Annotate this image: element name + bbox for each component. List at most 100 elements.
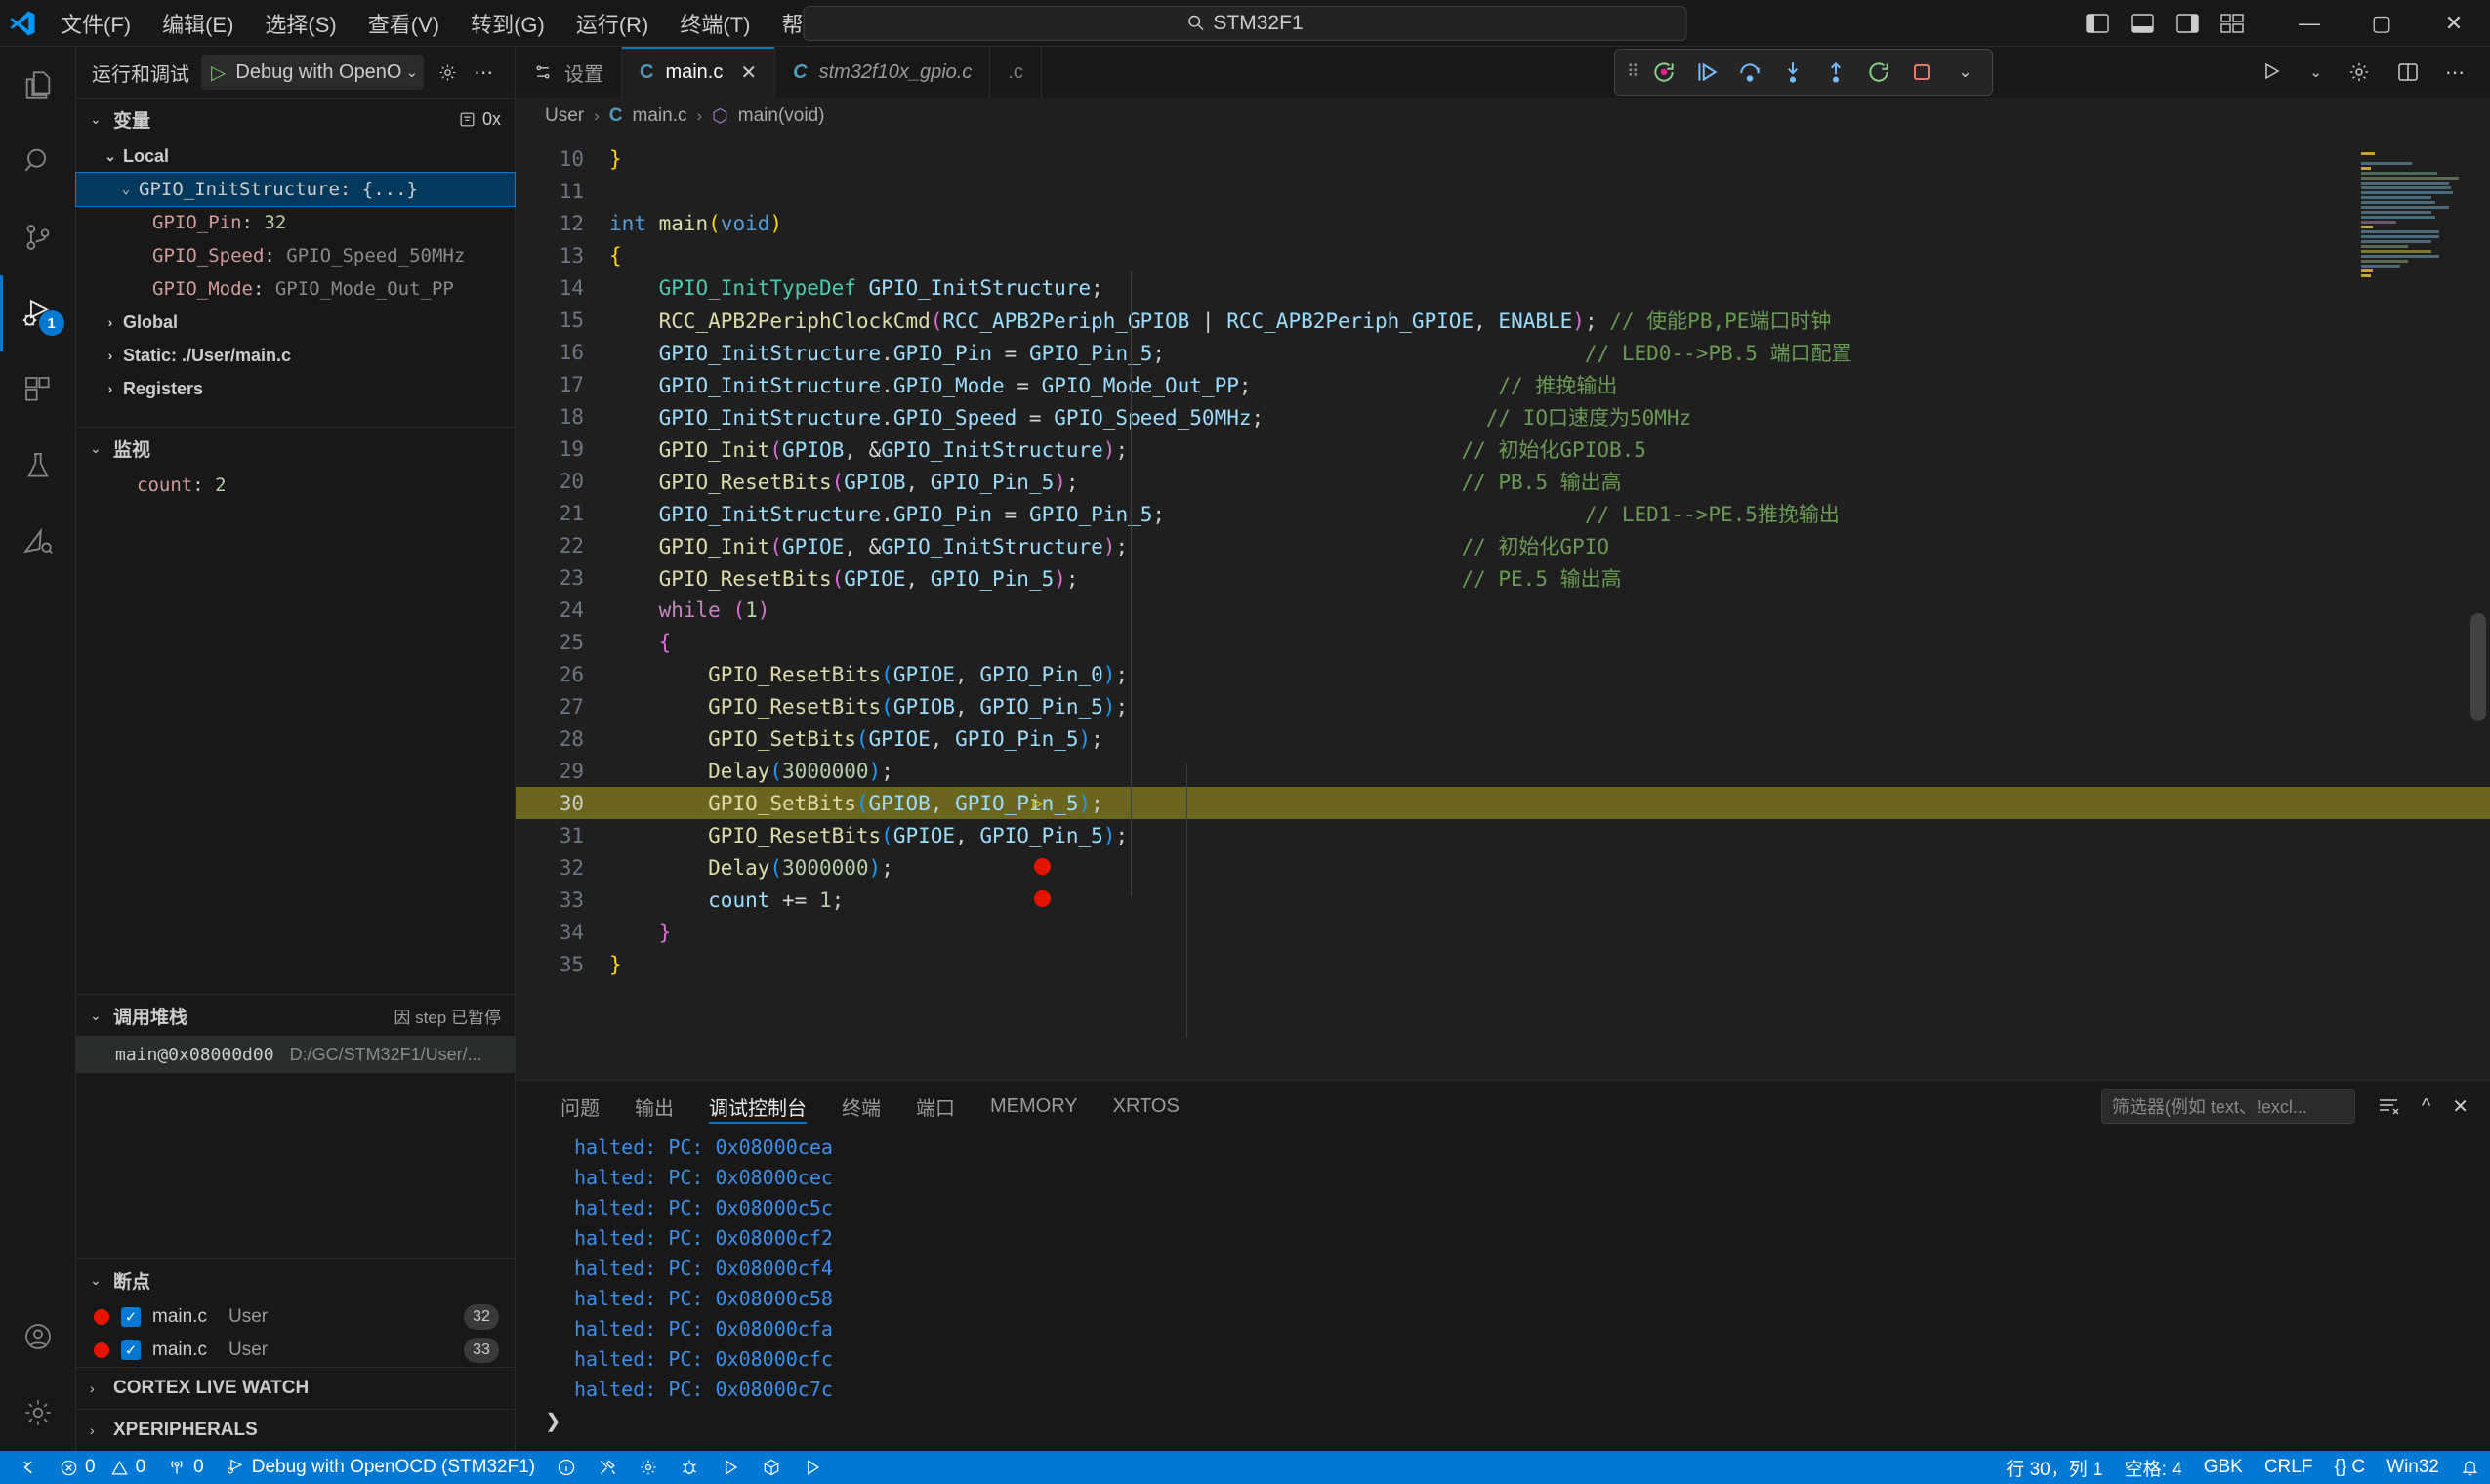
- restart-session-icon[interactable]: [1857, 51, 1900, 94]
- variables-header[interactable]: ⌄ 变量 0x: [76, 99, 515, 140]
- breadcrumb-item-file[interactable]: main.c: [633, 105, 687, 127]
- panel-tab-xrtos[interactable]: XRTOS: [1098, 1081, 1195, 1132]
- close-icon[interactable]: ✕: [740, 61, 757, 85]
- variables-scope-static[interactable]: › Static: ./User/main.c: [76, 339, 515, 372]
- variables-scope-local[interactable]: ⌄ Local: [76, 140, 515, 173]
- variables-scope-registers[interactable]: › Registers: [76, 372, 515, 405]
- console-filter-input[interactable]: 筛选器(例如 text、!excl...: [2100, 1089, 2355, 1124]
- activity-item-accounts[interactable]: [0, 1298, 76, 1375]
- close-icon[interactable]: ✕: [2452, 1094, 2469, 1119]
- code-editor[interactable]: 10} 11 12 int main(void) 13{ 14 GPIO_Init…: [516, 135, 2490, 1080]
- run-or-debug-icon[interactable]: [2261, 61, 2284, 84]
- filter-icon[interactable]: [458, 110, 477, 129]
- breakpoint-checkbox[interactable]: ✓: [121, 1307, 141, 1327]
- variable-gpio-mode[interactable]: GPIO_Mode : GPIO_Mode_Out_PP: [76, 272, 515, 306]
- callstack-frame[interactable]: main@0x08000d00 D:/GC/STM32F1/User/...: [76, 1036, 515, 1073]
- activity-item-manage[interactable]: [0, 1375, 76, 1451]
- status-package[interactable]: [751, 1451, 792, 1484]
- command-center[interactable]: STM32F1: [803, 5, 1687, 41]
- xperipherals-section[interactable]: › XPERIPHERALS: [76, 1409, 515, 1451]
- tab-settings[interactable]: 设置: [516, 47, 622, 98]
- menu-terminal[interactable]: 终端(T): [664, 4, 766, 43]
- activity-item-search[interactable]: [0, 123, 76, 199]
- breakpoint-checkbox[interactable]: ✓: [121, 1340, 141, 1360]
- continue-icon[interactable]: [1685, 51, 1728, 94]
- restart-icon[interactable]: [1642, 51, 1685, 94]
- chevron-up-icon[interactable]: ^: [2422, 1095, 2430, 1118]
- debug-console-input[interactable]: ❯: [545, 1404, 2490, 1437]
- activity-item-explorer[interactable]: [0, 47, 76, 123]
- chevron-down-icon[interactable]: ⌄: [2309, 63, 2322, 81]
- status-build-tools[interactable]: [587, 1451, 628, 1484]
- menu-go[interactable]: 转到(G): [455, 4, 560, 43]
- customize-layout-icon[interactable]: [2220, 13, 2244, 34]
- breakpoint-dot-icon[interactable]: [1027, 888, 1057, 912]
- editor-scrollbar[interactable]: [2470, 613, 2486, 721]
- watch-header[interactable]: ⌄ 监视: [76, 428, 515, 469]
- window-minimize-button[interactable]: —: [2273, 0, 2345, 47]
- ellipsis-icon[interactable]: ⋯: [472, 59, 495, 87]
- clear-console-icon[interactable]: [2377, 1095, 2400, 1117]
- tab-stm32f10x-gpio-c[interactable]: C stm32f10x_gpio.c: [775, 47, 991, 98]
- play-icon[interactable]: ▷: [201, 61, 235, 85]
- toggle-primary-sidebar-icon[interactable]: [2086, 13, 2109, 34]
- breadcrumb-item-user[interactable]: User: [545, 105, 584, 127]
- status-eol[interactable]: CRLF: [2254, 1451, 2324, 1484]
- breakpoint-item[interactable]: ✓ main.c User 32: [76, 1300, 515, 1334]
- status-remote-indicator[interactable]: [8, 1451, 49, 1484]
- toggle-secondary-sidebar-icon[interactable]: [2176, 13, 2199, 34]
- status-problems[interactable]: 0 0: [49, 1451, 156, 1484]
- chevron-down-icon[interactable]: ⌄: [402, 63, 419, 81]
- status-run[interactable]: [710, 1451, 751, 1484]
- breakpoints-header[interactable]: ⌄ 断点: [76, 1259, 515, 1300]
- panel-tab-problems[interactable]: 问题: [545, 1081, 615, 1132]
- panel-tab-output[interactable]: 输出: [619, 1081, 689, 1132]
- activity-item-embedded-tools[interactable]: [0, 504, 76, 580]
- activity-item-extensions[interactable]: [0, 351, 76, 428]
- minimap[interactable]: [2361, 135, 2469, 1080]
- panel-tab-debug-console[interactable]: 调试控制台: [693, 1081, 822, 1132]
- variable-gpio-initstructure[interactable]: ⌄ GPIO_InitStructure : {...}: [75, 172, 516, 207]
- activity-item-source-control[interactable]: [0, 199, 76, 275]
- window-maximize-button[interactable]: ▢: [2345, 0, 2418, 47]
- variables-scope-global[interactable]: › Global: [76, 306, 515, 339]
- toggle-panel-icon[interactable]: [2131, 13, 2154, 34]
- settings-icon[interactable]: [2347, 61, 2371, 84]
- step-over-icon[interactable]: [1728, 51, 1771, 94]
- window-close-button[interactable]: ✕: [2418, 0, 2490, 47]
- tab-main-c[interactable]: C main.c ✕: [622, 47, 776, 98]
- drag-handle-icon[interactable]: ⠿: [1621, 62, 1642, 82]
- variable-gpio-speed[interactable]: GPIO_Speed : GPIO_Speed_50MHz: [76, 239, 515, 272]
- variable-gpio-pin[interactable]: GPIO_Pin : 32: [76, 206, 515, 239]
- menu-run[interactable]: 运行(R): [560, 4, 665, 43]
- stop-icon[interactable]: [1900, 51, 1943, 94]
- gear-icon[interactable]: [436, 61, 460, 85]
- breakpoint-item[interactable]: ✓ main.c User 33: [76, 1334, 515, 1367]
- activity-item-testing[interactable]: [0, 428, 76, 504]
- status-language-mode[interactable]: {} C: [2323, 1451, 2376, 1484]
- status-debug-config[interactable]: Debug with OpenOCD (STM32F1): [215, 1451, 546, 1484]
- cortex-live-watch-header[interactable]: › CORTEX LIVE WATCH: [76, 1368, 515, 1409]
- tab-overflow[interactable]: .c: [990, 47, 1042, 98]
- status-encoding[interactable]: GBK: [2193, 1451, 2254, 1484]
- menu-selection[interactable]: 选择(S): [249, 4, 352, 43]
- status-platform[interactable]: Win32: [2376, 1451, 2450, 1484]
- more-actions-icon[interactable]: ⋯: [2445, 61, 2465, 85]
- status-cursor-position[interactable]: 行 30，列 1: [1995, 1451, 2113, 1484]
- menu-view[interactable]: 查看(V): [353, 4, 455, 43]
- menu-file[interactable]: 文件(F): [45, 4, 146, 43]
- activity-item-run-and-debug[interactable]: 1: [0, 275, 76, 351]
- cortex-live-watch-section[interactable]: › CORTEX LIVE WATCH: [76, 1367, 515, 1409]
- panel-tab-memory[interactable]: MEMORY: [975, 1081, 1094, 1132]
- status-indentation[interactable]: 空格: 4: [2114, 1451, 2193, 1484]
- status-radio-tower[interactable]: 0: [156, 1451, 215, 1484]
- hex-toggle[interactable]: 0x: [482, 109, 501, 130]
- status-run-alt[interactable]: [792, 1451, 833, 1484]
- debug-console-output[interactable]: halted: PC: 0x08000cea halted: PC: 0x080…: [516, 1132, 2490, 1451]
- breadcrumb-item-symbol[interactable]: main(void): [738, 105, 825, 127]
- step-into-icon[interactable]: [1771, 51, 1814, 94]
- status-settings[interactable]: [628, 1451, 669, 1484]
- launch-config-selector[interactable]: ▷ Debug with OpenO ⌄: [201, 55, 425, 90]
- step-out-icon[interactable]: [1814, 51, 1857, 94]
- callstack-header[interactable]: ⌄ 调用堆栈 因 step 已暂停: [76, 995, 515, 1036]
